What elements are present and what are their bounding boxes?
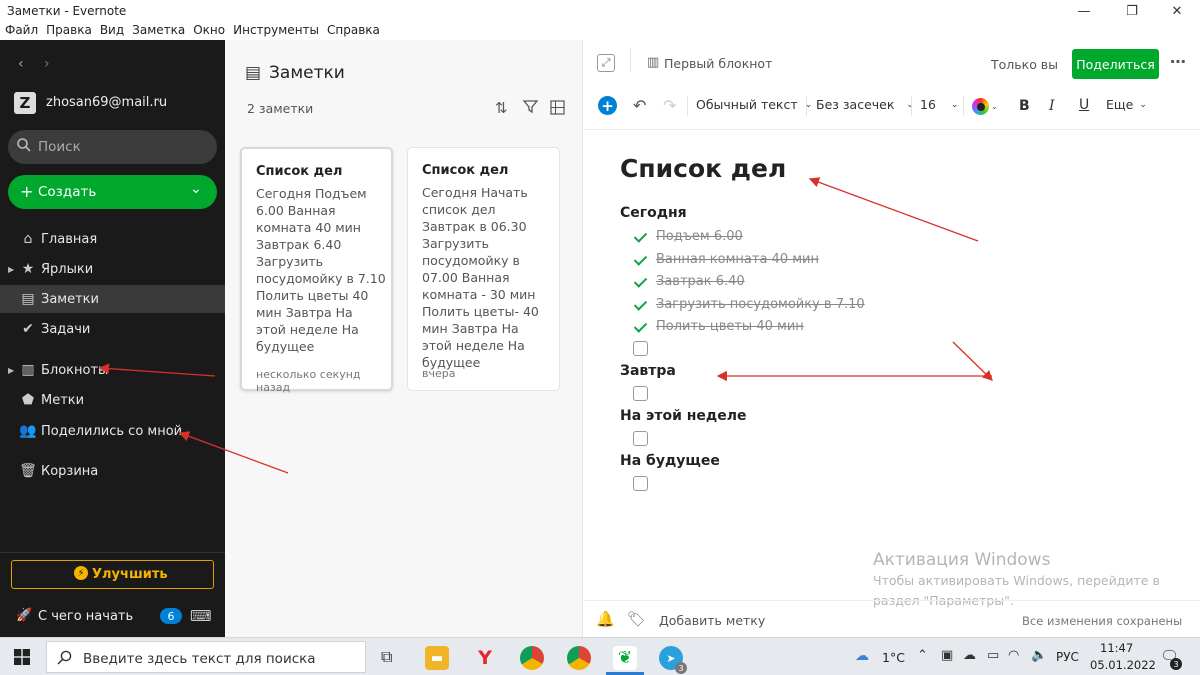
red-arrow: [952, 341, 993, 381]
evernote-icon[interactable]: ❦: [613, 646, 637, 670]
chrome-profile-icon[interactable]: [567, 646, 591, 670]
red-arrow: [178, 431, 289, 474]
task-view-icon[interactable]: ⧉: [381, 647, 392, 667]
file-explorer-icon[interactable]: ▬: [425, 646, 449, 670]
clock-time[interactable]: 11:47: [1100, 641, 1133, 655]
windows-start-icon[interactable]: [14, 649, 30, 665]
red-arrow: [808, 177, 979, 242]
input-language[interactable]: РУС: [1056, 650, 1079, 664]
annotation-arrows: [98, 177, 993, 474]
meet-now-icon[interactable]: ▣: [941, 648, 953, 663]
battery-icon[interactable]: ▭: [987, 648, 999, 663]
search-icon: [57, 650, 72, 665]
red-arrow: [98, 363, 216, 377]
weather-temp[interactable]: 1°C: [882, 650, 905, 665]
action-center-badge: 3: [1170, 658, 1182, 670]
windows-taskbar: Введите здесь текст для поиска ⧉ ▬ Y ❦ ➤…: [0, 637, 1200, 675]
wifi-icon[interactable]: ◠: [1008, 648, 1019, 663]
chrome-icon[interactable]: [520, 646, 544, 670]
weather-icon[interactable]: ☁: [855, 648, 869, 664]
onedrive-icon[interactable]: ☁: [963, 648, 976, 663]
taskbar-search-placeholder: Введите здесь текст для поиска: [83, 651, 316, 667]
volume-icon[interactable]: 🔈: [1031, 648, 1047, 663]
yandex-icon[interactable]: Y: [473, 646, 497, 670]
chevron-up-icon[interactable]: ⌃: [917, 648, 928, 663]
taskbar-search[interactable]: Введите здесь текст для поиска: [46, 641, 366, 673]
notification-count: 3: [675, 662, 687, 674]
clock-date[interactable]: 05.01.2022: [1090, 658, 1156, 672]
